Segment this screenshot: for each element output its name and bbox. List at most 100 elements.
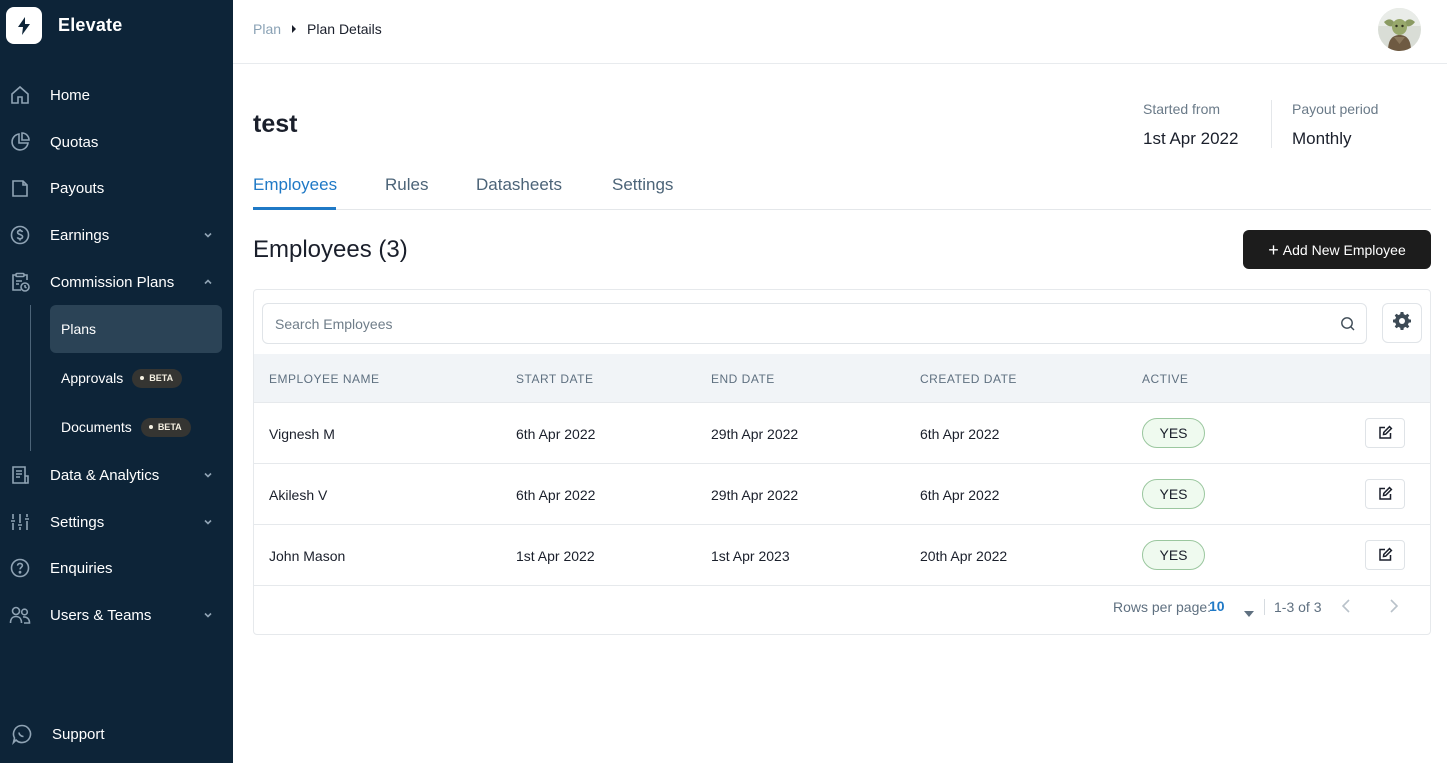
sidebar-subitem-documents[interactable]: Documents BETA: [50, 403, 222, 451]
chevron-down-icon: [202, 516, 214, 528]
start-date: 6th Apr 2022: [516, 487, 596, 503]
table-row[interactable]: Vignesh M 6th Apr 2022 29th Apr 2022 6th…: [254, 403, 1430, 464]
column-header-start-date[interactable]: START DATE: [516, 372, 593, 386]
employees-heading: Employees (3): [253, 236, 408, 263]
tab-datasheets[interactable]: Datasheets: [476, 175, 562, 195]
page-range: 1-3 of 3: [1274, 599, 1322, 615]
breadcrumb: Plan Plan Details: [253, 21, 382, 37]
sidebar-item-settings[interactable]: Settings: [0, 502, 233, 542]
breadcrumb-plan-link[interactable]: Plan: [253, 21, 281, 37]
pagination: Rows per page: 10 1-3 of 3: [254, 586, 1430, 634]
app-name: Elevate: [58, 15, 123, 35]
sidebar-subitem-plans[interactable]: Plans: [50, 305, 222, 353]
tab-settings[interactable]: Settings: [612, 175, 673, 195]
edit-button[interactable]: [1365, 540, 1405, 570]
caret-down-icon[interactable]: [1244, 604, 1254, 617]
search-box: [262, 303, 1367, 344]
beta-badge: BETA: [132, 368, 183, 388]
sidebar-subitem-label: Approvals: [61, 370, 124, 386]
sidebar-item-home[interactable]: Home: [0, 75, 233, 115]
chevron-up-icon: [202, 276, 214, 288]
clipboard-clock-icon: [9, 271, 31, 293]
sidebar-item-payouts[interactable]: Payouts: [0, 168, 233, 208]
active-status-badge: YES: [1142, 540, 1205, 570]
caret-right-icon: [291, 25, 297, 33]
table-header: EMPLOYEE NAME START DATE END DATE CREATE…: [254, 354, 1430, 403]
sidebar-item-label: Data & Analytics: [50, 466, 160, 484]
started-label: Started from: [1143, 101, 1221, 117]
chevron-down-icon: [202, 469, 214, 481]
dollar-circle-icon: [9, 224, 31, 246]
search-input[interactable]: [263, 304, 1323, 343]
avatar[interactable]: [1378, 8, 1421, 51]
chat-bubble-icon: [11, 723, 33, 745]
sidebar-item-earnings[interactable]: Earnings: [0, 215, 233, 255]
table-row[interactable]: Akilesh V 6th Apr 2022 29th Apr 2022 6th…: [254, 464, 1430, 525]
chevron-down-icon: [202, 609, 214, 621]
sidebar-subitem-label: Documents: [61, 419, 132, 435]
active-status-badge: YES: [1142, 479, 1205, 509]
submenu-line: [30, 305, 31, 451]
payouts-icon: [9, 177, 31, 199]
sidebar-item-commission-plans[interactable]: Commission Plans: [0, 262, 233, 302]
column-header-end-date[interactable]: END DATE: [711, 372, 775, 386]
pie-chart-icon: [9, 131, 31, 153]
sidebar-item-enquiries[interactable]: Enquiries: [0, 548, 233, 588]
question-circle-icon: [9, 557, 31, 579]
sidebar-item-label: Payouts: [50, 179, 105, 197]
edit-button[interactable]: [1365, 418, 1405, 448]
edit-icon: [1379, 486, 1393, 500]
active-status-badge: YES: [1142, 418, 1205, 448]
created-date: 20th Apr 2022: [920, 548, 1008, 564]
edit-button[interactable]: [1365, 479, 1405, 509]
column-header-active[interactable]: ACTIVE: [1142, 372, 1188, 386]
start-date: 6th Apr 2022: [516, 426, 596, 442]
edit-icon: [1379, 547, 1393, 561]
sidebar-item-quotas[interactable]: Quotas: [0, 122, 233, 162]
sidebar-subitem-approvals[interactable]: Approvals BETA: [50, 354, 222, 402]
sidebar-item-label: Quotas: [50, 133, 99, 151]
employee-name: John Mason: [269, 548, 346, 564]
report-icon: [9, 464, 31, 486]
gear-icon: [1392, 311, 1412, 336]
sidebar-item-data-analytics[interactable]: Data & Analytics: [0, 455, 233, 495]
add-new-employee-label: Add New Employee: [1282, 241, 1406, 258]
divider: [1264, 599, 1265, 615]
top-bar: Plan Plan Details: [233, 0, 1447, 64]
tab-employees[interactable]: Employees: [253, 175, 337, 195]
sidebar-item-label: Commission Plans: [50, 273, 175, 291]
beta-badge: BETA: [140, 417, 191, 437]
plan-tabs: Employees Rules Datasheets Settings: [253, 164, 1431, 210]
users-icon: [9, 604, 31, 626]
rows-per-page-select[interactable]: 10: [1209, 598, 1225, 614]
next-page-button[interactable]: [1387, 598, 1401, 614]
table-row[interactable]: John Mason 1st Apr 2022 1st Apr 2023 20t…: [254, 525, 1430, 586]
breadcrumb-current: Plan Details: [307, 21, 382, 37]
tab-rules[interactable]: Rules: [385, 175, 428, 195]
column-header-employee-name[interactable]: EMPLOYEE NAME: [269, 372, 380, 386]
payout-value: Monthly: [1292, 129, 1352, 148]
column-header-created-date[interactable]: CREATED DATE: [920, 372, 1017, 386]
search-icon[interactable]: [1340, 316, 1356, 332]
created-date: 6th Apr 2022: [920, 426, 1000, 442]
sidebar-item-support[interactable]: Support: [0, 714, 233, 754]
sidebar-item-label: Users & Teams: [50, 606, 152, 624]
chevron-down-icon: [202, 229, 214, 241]
active-tab-indicator: [253, 207, 336, 210]
end-date: 29th Apr 2022: [711, 426, 799, 442]
sidebar: Elevate Home Quotas Payouts Earnings Com…: [0, 0, 233, 763]
employee-name: Vignesh M: [269, 426, 335, 442]
chevron-left-icon: [1342, 599, 1350, 613]
sidebar-item-label: Earnings: [50, 226, 110, 244]
end-date: 1st Apr 2023: [711, 548, 790, 564]
sidebar-item-label: Enquiries: [50, 559, 113, 577]
add-new-employee-button[interactable]: + Add New Employee: [1243, 230, 1431, 269]
chevron-right-icon: [1390, 599, 1398, 613]
sidebar-item-users-teams[interactable]: Users & Teams: [0, 595, 233, 635]
table-settings-button[interactable]: [1382, 303, 1422, 343]
created-date: 6th Apr 2022: [920, 487, 1000, 503]
end-date: 29th Apr 2022: [711, 487, 799, 503]
previous-page-button[interactable]: [1339, 598, 1353, 614]
brand[interactable]: Elevate: [6, 7, 122, 44]
plan-payout-info: Payout period Monthly: [1292, 101, 1378, 149]
